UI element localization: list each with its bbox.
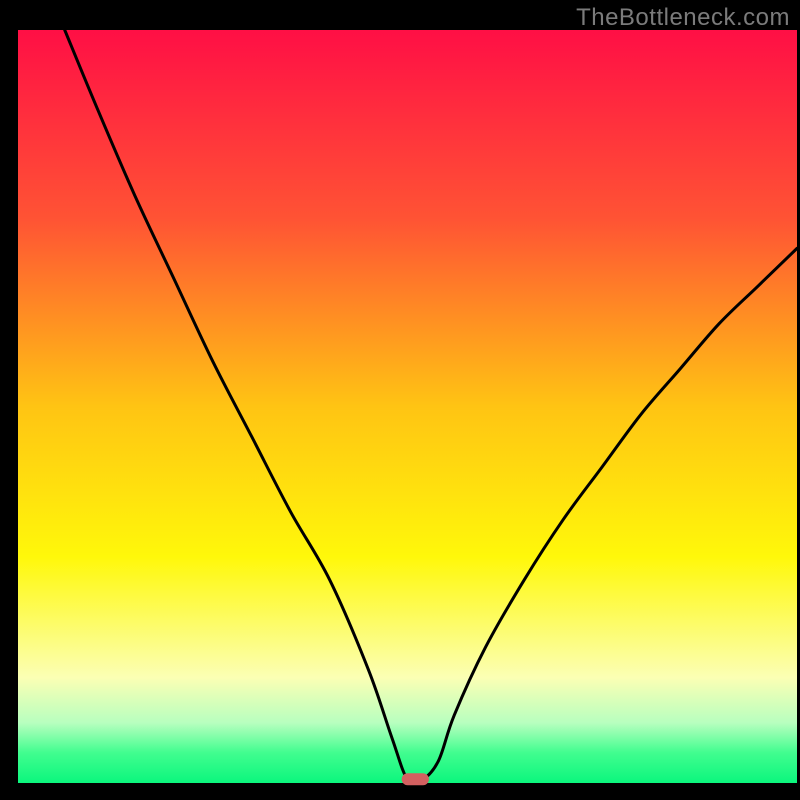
gradient-plot-area [18,30,797,783]
minimum-marker [402,773,429,785]
watermark-text: TheBottleneck.com [576,4,790,32]
chart-frame: TheBottleneck.com [0,0,800,800]
bottleneck-chart [0,0,800,800]
